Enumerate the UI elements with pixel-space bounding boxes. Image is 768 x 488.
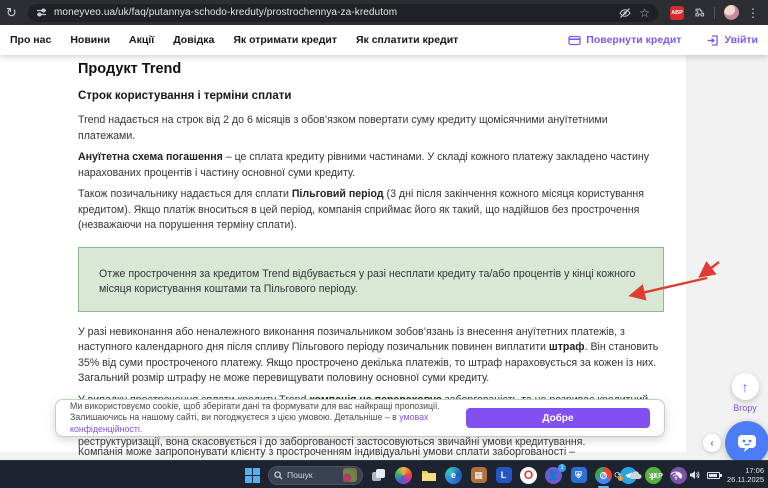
tray-chevron-icon[interactable]: ∧ [601, 470, 608, 481]
people-app-icon[interactable]: 👤 1 [544, 463, 566, 485]
time-text: 17:06 [745, 466, 764, 475]
edge-browser-icon[interactable]: e [444, 466, 463, 485]
extensions-puzzle-icon[interactable] [693, 7, 705, 19]
address-bar[interactable]: moneyveo.ua/uk/faq/putannya-schodo-kredu… [28, 3, 658, 22]
site-settings-icon[interactable] [36, 7, 47, 18]
battery-icon[interactable] [707, 471, 723, 479]
cookie-accept-button[interactable]: Добре [466, 408, 650, 428]
scroll-to-top-widget: ↑ Вгору [729, 373, 761, 413]
sync-icon[interactable]: ⟳ [614, 470, 623, 481]
paragraph-term: Trend надається на строк від 2 до 6 міся… [78, 114, 608, 142]
photos-app-icon[interactable] [394, 466, 413, 485]
browser-toolbar: ↻ moneyveo.ua/uk/faq/putannya-schodo-kre… [0, 0, 768, 25]
nav-item-how-to-get-credit[interactable]: Як отримати кредит [233, 34, 337, 46]
return-credit-button[interactable]: Повернути кредит [568, 34, 681, 46]
notification-badge: 1 [558, 463, 566, 472]
date-text: 26.11.2025 [727, 475, 764, 484]
taskbar-search-box[interactable]: Пошук [268, 465, 363, 485]
search-highlight-image[interactable] [343, 468, 357, 482]
toolbar-divider [714, 6, 715, 19]
nav-item-help[interactable]: Довідка [173, 34, 214, 46]
scroll-to-top-label: Вгору [733, 403, 757, 413]
paragraph-grace-period: Також позичальнику надається для сплати … [78, 188, 644, 231]
cookie-banner: Ми використовуємо cookie, щоб зберігати … [55, 399, 665, 437]
profile-avatar[interactable] [724, 5, 739, 20]
system-tray: ∧ ⟳ УКР 17:06 26.11.2025 [601, 461, 764, 488]
l-app-icon[interactable]: L [494, 466, 513, 485]
windows-taskbar: Пошук e ▦ L O 👤 1 ⛨ µ ∧ ⟳ УКР 17:06 26.1… [0, 460, 768, 488]
article-card: Продукт Trend Строк користування і термі… [0, 55, 686, 458]
start-button[interactable] [243, 466, 262, 485]
login-button[interactable]: Увійти [707, 34, 758, 46]
up-arrow-icon: ↑ [741, 378, 749, 395]
screen: ↻ moneyveo.ua/uk/faq/putannya-schodo-kre… [0, 0, 768, 488]
file-explorer-icon[interactable] [419, 466, 438, 485]
windows-logo-icon [245, 467, 260, 483]
nav-right-group: Повернути кредит Увійти [568, 34, 758, 46]
task-view-icon[interactable] [369, 466, 388, 485]
chat-collapse-button[interactable]: ‹ [703, 434, 721, 452]
opera-browser-icon[interactable]: O [519, 466, 538, 485]
chat-widget-button[interactable] [725, 421, 768, 460]
language-indicator[interactable]: УКР [649, 471, 663, 480]
article-subtitle: Строк користування і терміни сплати [78, 90, 292, 102]
nav-item-how-to-pay-credit[interactable]: Як сплатити кредит [356, 34, 458, 46]
nav-item-promos[interactable]: Акції [129, 34, 154, 46]
credit-card-icon [568, 35, 581, 45]
reload-icon[interactable]: ↻ [6, 5, 20, 21]
login-arrow-icon [707, 34, 719, 46]
eye-blocked-icon[interactable] [619, 7, 631, 19]
paragraph-annuity-scheme: Ануїтетна схема погашення – це сплата кр… [78, 151, 650, 179]
site-navigation: Про нас Новини Акції Довідка Як отримати… [0, 25, 768, 55]
bookmark-star-icon[interactable]: ☆ [639, 6, 650, 20]
shield-app-icon[interactable]: ⛨ [569, 466, 588, 485]
scroll-to-top-button[interactable]: ↑ [731, 373, 759, 400]
paragraph-penalty: У разі невиконання або неналежного викон… [78, 325, 659, 385]
highlight-note-text: Отже прострочення за кредитом Trend відб… [99, 267, 636, 296]
adblock-extension-icon[interactable]: ABP [670, 5, 684, 20]
url-text[interactable]: moneyveo.ua/uk/faq/putannya-schodo-kredu… [54, 7, 611, 18]
taskbar-clock[interactable]: 17:06 26.11.2025 [727, 466, 764, 484]
highlight-note: Отже прострочення за кредитом Trend відб… [78, 246, 664, 312]
volume-icon[interactable] [689, 470, 700, 480]
search-icon [274, 470, 283, 480]
browser-menu-icon[interactable]: ⋮ [747, 6, 759, 20]
chat-bubble-icon [738, 435, 756, 452]
store-app-icon[interactable]: ▦ [469, 466, 488, 485]
onedrive-cloud-icon[interactable] [629, 470, 642, 480]
cookie-banner-text: Ми використовуємо cookie, щоб зберігати … [70, 400, 440, 434]
nav-item-news[interactable]: Новини [70, 34, 110, 46]
article-title: Продукт Trend [78, 61, 182, 77]
search-placeholder: Пошук [287, 470, 313, 480]
page-body: Продукт Trend Строк користування і термі… [0, 55, 768, 460]
partially-hidden-text: реструктуризації, вона скасовується і до… [78, 436, 586, 448]
wifi-icon[interactable] [670, 471, 682, 480]
nav-item-about[interactable]: Про нас [10, 34, 51, 46]
